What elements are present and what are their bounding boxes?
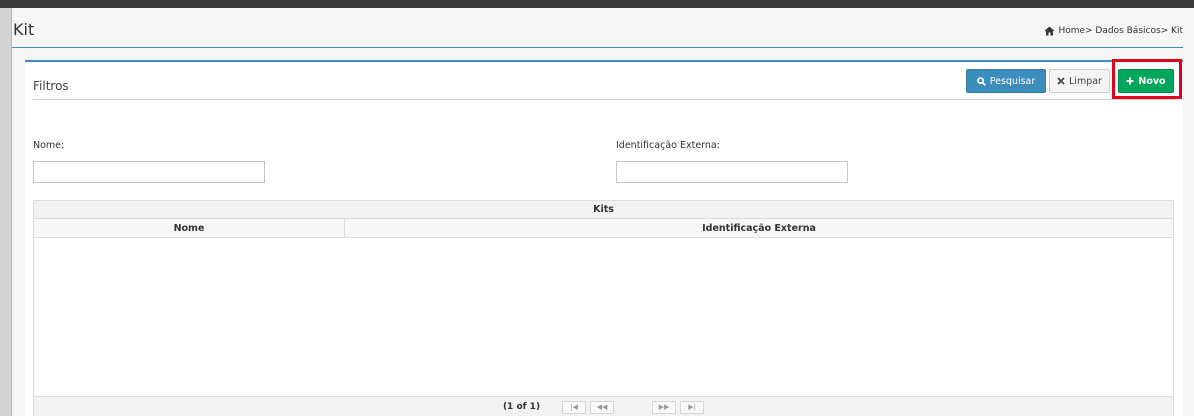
kits-table: Kits Nome Identificação Externa (1 of 1)…	[33, 200, 1174, 416]
column-header-identificacao[interactable]: Identificação Externa	[345, 219, 1173, 237]
next-page-button[interactable]: ▶▶	[652, 400, 677, 414]
search-button-label: Pesquisar	[989, 75, 1036, 87]
nome-label: Nome:	[33, 140, 65, 151]
paginator: (1 of 1) |◀ ◀◀ ▶▶ ▶|	[34, 397, 1173, 416]
plus-icon	[1126, 77, 1134, 85]
first-page-button[interactable]: |◀	[562, 400, 587, 414]
page-report: (1 of 1)	[502, 402, 541, 412]
table-body	[34, 238, 1173, 397]
column-header-nome[interactable]: Nome	[34, 219, 345, 237]
prev-page-button[interactable]: ◀◀	[590, 400, 615, 414]
breadcrumb-text[interactable]: Home> Dados Básicos> Kit	[1058, 26, 1183, 36]
clear-button[interactable]: Limpar	[1049, 69, 1110, 93]
home-icon	[1044, 26, 1055, 36]
search-icon	[976, 76, 986, 86]
filters-header: Filtros Pesquisar Limpar Novo	[33, 62, 1175, 100]
last-page-button[interactable]: ▶|	[680, 400, 705, 414]
breadcrumb[interactable]: Home> Dados Básicos> Kit	[1044, 26, 1183, 36]
page-header: Kit Home> Dados Básicos> Kit	[12, 8, 1183, 48]
left-scroll-strip	[0, 8, 12, 416]
table-header: Nome Identificação Externa	[34, 219, 1173, 238]
identificacao-input[interactable]	[616, 161, 848, 183]
search-button[interactable]: Pesquisar	[966, 69, 1046, 93]
close-icon	[1057, 77, 1065, 85]
new-button-label: Novo	[1138, 75, 1166, 87]
clear-button-label: Limpar	[1069, 75, 1102, 87]
new-button[interactable]: Novo	[1118, 69, 1174, 93]
filters-title: Filtros	[33, 79, 69, 93]
top-bar	[0, 0, 1194, 8]
table-caption: Kits	[34, 201, 1173, 219]
page-title: Kit	[13, 20, 35, 39]
identificacao-label: Identificação Externa:	[616, 140, 720, 151]
nome-input[interactable]	[33, 161, 265, 183]
